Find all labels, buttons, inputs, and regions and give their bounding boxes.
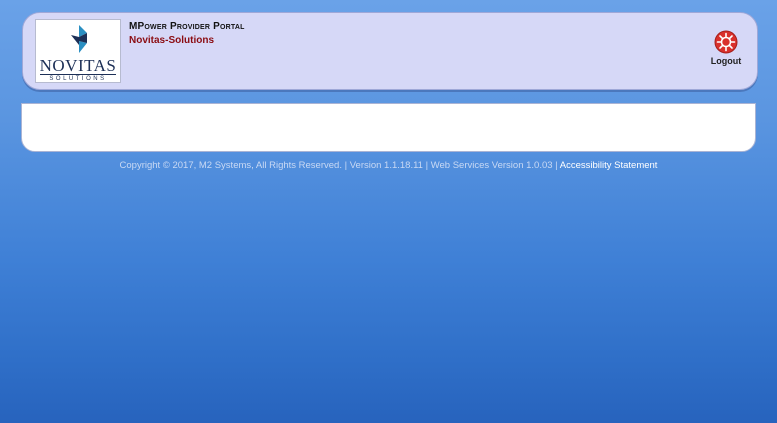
novitas-logo: NOVITAS SOLUTIONS bbox=[35, 19, 121, 83]
logout-label[interactable]: Logout bbox=[709, 56, 743, 66]
logo-wordmark: NOVITAS bbox=[39, 56, 117, 75]
version-text: Version 1.1.18.11 bbox=[349, 160, 423, 171]
logout-button[interactable]: Logout bbox=[709, 30, 743, 66]
logo-subtitle: SOLUTIONS bbox=[49, 76, 107, 82]
footer-separator: | bbox=[344, 160, 348, 171]
portal-title: MPower Provider Portal bbox=[129, 21, 245, 32]
accessibility-statement-link[interactable]: Accessibility Statement bbox=[560, 160, 658, 171]
web-services-version-text: Web Services Version 1.0.03 bbox=[430, 160, 553, 171]
novitas-logo-mark-icon bbox=[71, 25, 87, 53]
copyright-text: Copyright © 2017, M2 Systems, All Rights… bbox=[119, 160, 342, 171]
footer: Copyright © 2017, M2 Systems, All Rights… bbox=[0, 160, 777, 171]
main-content-panel bbox=[21, 103, 756, 152]
header-panel: NOVITAS SOLUTIONS MPower Provider Portal… bbox=[22, 12, 758, 90]
footer-separator: | bbox=[425, 160, 429, 171]
organization-name: Novitas-Solutions bbox=[129, 35, 215, 46]
logout-icon[interactable] bbox=[714, 30, 738, 54]
footer-separator: | bbox=[555, 160, 558, 171]
